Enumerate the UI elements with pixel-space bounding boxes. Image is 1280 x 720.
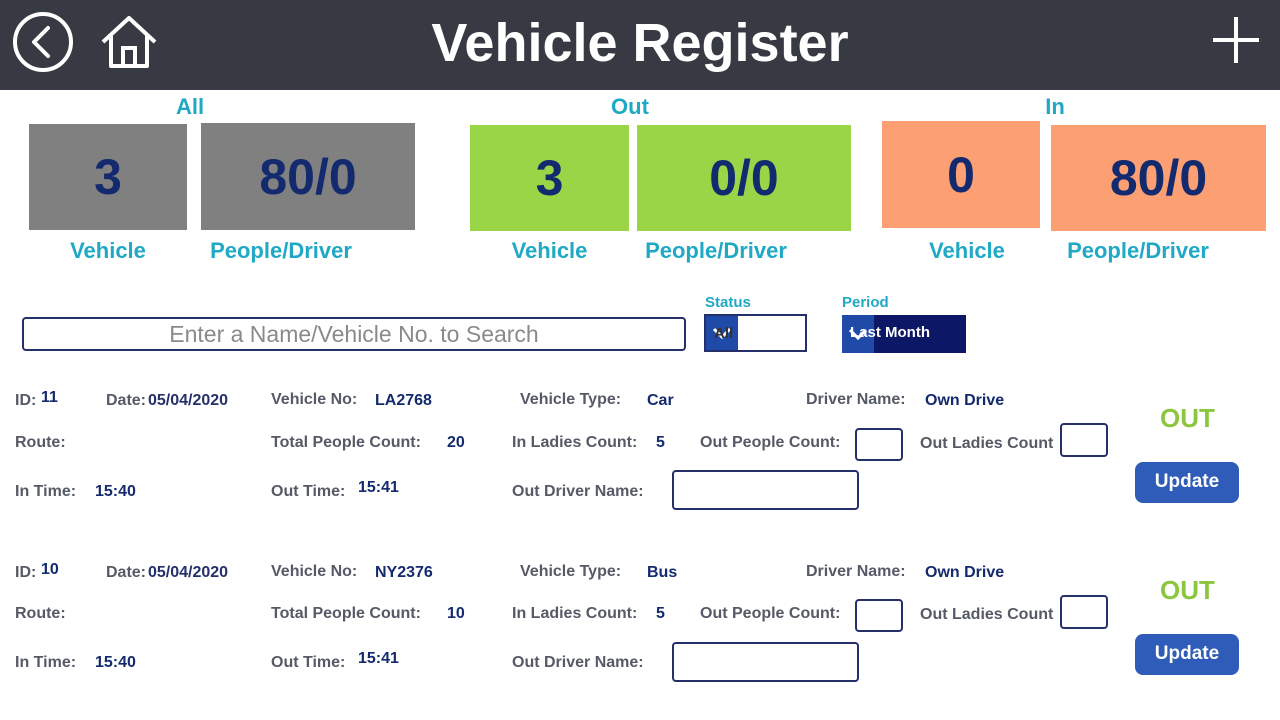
- period-filter-label: Period: [842, 294, 889, 311]
- status-dropdown[interactable]: All: [704, 314, 807, 352]
- out-driver-input[interactable]: [672, 470, 859, 510]
- in-people-label: People/Driver: [1067, 238, 1209, 263]
- out-time-value: 15:41: [358, 479, 399, 496]
- in-group-label: In: [1045, 94, 1065, 119]
- total-people-label: Total People Count:: [271, 434, 421, 451]
- driver-name-value: Own Drive: [925, 564, 1005, 581]
- route-label: Route:: [15, 434, 66, 451]
- total-people-value: 20: [447, 434, 465, 451]
- id-label: ID:: [15, 564, 37, 581]
- out-vehicle-count: 3: [470, 125, 629, 231]
- vehicle-no-value: NY2376: [375, 564, 433, 581]
- id-value: 10: [41, 561, 59, 578]
- driver-name-label: Driver Name:: [806, 563, 906, 580]
- out-group-label: Out: [611, 94, 649, 119]
- status-selected-value: All: [714, 325, 734, 342]
- total-people-value: 10: [447, 605, 465, 622]
- in-time-value: 15:40: [95, 483, 136, 500]
- search-input[interactable]: [22, 317, 686, 351]
- date-label: Date:: [106, 392, 147, 409]
- status-filter-label: Status: [705, 294, 751, 311]
- out-vehicle-label: Vehicle: [511, 238, 588, 263]
- out-driver-input[interactable]: [672, 642, 859, 682]
- vehicle-no-label: Vehicle No:: [271, 563, 358, 580]
- in-people-count: 80/0: [1051, 125, 1266, 231]
- in-vehicle-count: 0: [882, 121, 1040, 228]
- update-button[interactable]: Update: [1135, 634, 1239, 675]
- total-people-label: Total People Count:: [271, 605, 421, 622]
- all-vehicle-label: Vehicle: [70, 238, 146, 263]
- all-group-label: All: [175, 94, 205, 119]
- out-time-label: Out Time:: [271, 654, 346, 671]
- out-ladies-label: Out Ladies Count: [920, 435, 1054, 452]
- route-label: Route:: [15, 605, 66, 622]
- vehicle-no-label: Vehicle No:: [271, 391, 358, 408]
- date-label: Date:: [106, 564, 147, 581]
- add-button[interactable]: [1210, 14, 1262, 66]
- status-badge: OUT: [1160, 403, 1215, 433]
- in-time-value: 15:40: [95, 654, 136, 671]
- header-bar: Vehicle Register: [0, 0, 1280, 90]
- driver-name-label: Driver Name:: [806, 391, 906, 408]
- vehicle-type-value: Bus: [647, 564, 678, 581]
- update-button[interactable]: Update: [1135, 462, 1239, 503]
- vehicle-type-label: Vehicle Type:: [520, 391, 622, 408]
- driver-name-value: Own Drive: [925, 392, 1005, 409]
- out-time-value: 15:41: [358, 650, 399, 667]
- out-people-label: People/Driver: [645, 238, 787, 263]
- out-ladies-input[interactable]: [1060, 595, 1108, 629]
- id-label: ID:: [15, 392, 37, 409]
- record-card: ID: 10 Date: 05/04/2020 Vehicle No: NY23…: [0, 552, 1280, 712]
- in-ladies-label: In Ladies Count:: [512, 605, 638, 622]
- vehicle-type-value: Car: [647, 392, 674, 409]
- record-card: ID: 11 Date: 05/04/2020 Vehicle No: LA27…: [0, 380, 1280, 540]
- all-vehicle-count: 3: [29, 124, 187, 230]
- out-people-label: Out People Count:: [700, 605, 841, 622]
- out-ladies-label: Out Ladies Count: [920, 606, 1054, 623]
- all-people-label: People/Driver: [210, 238, 352, 263]
- in-time-label: In Time:: [15, 483, 77, 500]
- id-value: 11: [41, 389, 58, 406]
- in-ladies-value: 5: [656, 605, 665, 622]
- date-value: 05/04/2020: [148, 392, 229, 409]
- page-title: Vehicle Register: [431, 13, 849, 73]
- vehicle-no-value: LA2768: [375, 392, 432, 409]
- out-driver-label: Out Driver Name:: [512, 654, 644, 671]
- in-time-label: In Time:: [15, 654, 77, 671]
- out-driver-label: Out Driver Name:: [512, 483, 644, 500]
- out-people-input[interactable]: [855, 599, 903, 632]
- in-ladies-label: In Ladies Count:: [512, 434, 638, 451]
- date-value: 05/04/2020: [148, 564, 229, 581]
- all-people-count: 80/0: [201, 123, 415, 230]
- in-vehicle-label: Vehicle: [929, 238, 1005, 263]
- period-dropdown[interactable]: Last Month: [842, 315, 966, 353]
- plus-icon: [1213, 17, 1259, 63]
- status-badge: OUT: [1160, 575, 1215, 605]
- out-people-count: 0/0: [637, 125, 851, 231]
- period-selected-value: Last Month: [850, 324, 930, 341]
- in-ladies-value: 5: [656, 434, 665, 451]
- vehicle-type-label: Vehicle Type:: [520, 563, 622, 580]
- out-people-input[interactable]: [855, 428, 903, 461]
- out-ladies-input[interactable]: [1060, 423, 1108, 457]
- out-time-label: Out Time:: [271, 483, 346, 500]
- out-people-label: Out People Count:: [700, 434, 841, 451]
